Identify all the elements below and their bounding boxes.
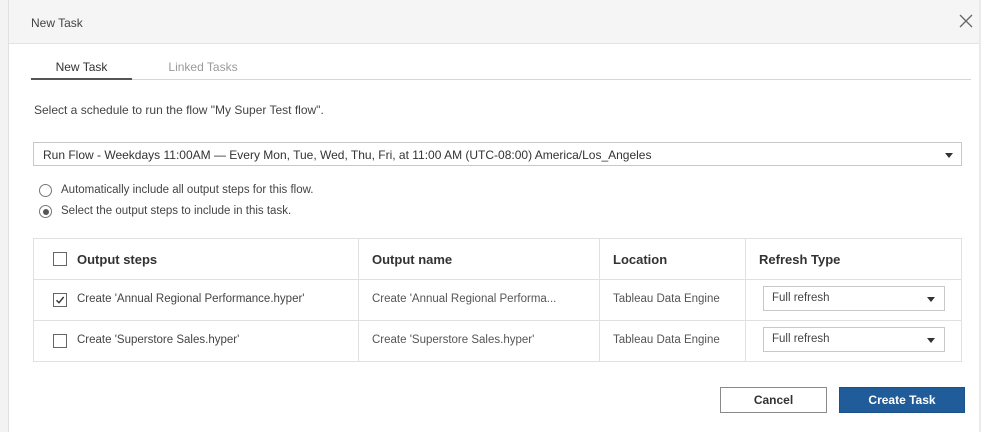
output-name: Create 'Annual Regional Performa... bbox=[372, 293, 557, 305]
radio-select-steps-label: Select the output steps to include in th… bbox=[61, 205, 292, 217]
checkmark-icon bbox=[56, 296, 65, 304]
row-checkbox-checked[interactable] bbox=[53, 293, 67, 307]
chevron-down-icon bbox=[945, 153, 953, 158]
header-location: Location bbox=[613, 252, 668, 267]
header-cell-output-steps: Output steps bbox=[34, 239, 358, 279]
cancel-button[interactable]: Cancel bbox=[720, 387, 827, 413]
output-step-name: Create 'Superstore Sales.hyper' bbox=[77, 334, 240, 346]
radio-button-selected[interactable] bbox=[39, 205, 52, 218]
tab-linked-tasks[interactable]: Linked Tasks bbox=[155, 60, 251, 74]
radio-include-all-label: Automatically include all output steps f… bbox=[61, 184, 314, 196]
schedule-select[interactable]: Run Flow - Weekdays 11:00AM — Every Mon,… bbox=[33, 142, 962, 166]
header-cell-refresh-type: Refresh Type bbox=[745, 239, 961, 279]
new-task-dialog: New Task New Task Linked Tasks Select a … bbox=[9, 0, 979, 432]
create-task-button[interactable]: Create Task bbox=[839, 387, 965, 413]
schedule-prompt: Select a schedule to run the flow "My Su… bbox=[34, 103, 324, 117]
radio-button[interactable] bbox=[39, 184, 52, 197]
header-output-name: Output name bbox=[372, 252, 453, 267]
schedule-select-value: Run Flow - Weekdays 11:00AM — Every Mon,… bbox=[43, 148, 652, 162]
tab-bar: New Task Linked Tasks bbox=[31, 54, 971, 80]
header-cell-location: Location bbox=[599, 239, 745, 279]
table-row: Create 'Annual Regional Performance.hype… bbox=[34, 280, 961, 321]
background-page bbox=[0, 0, 9, 432]
chevron-down-icon bbox=[927, 297, 935, 302]
close-icon[interactable] bbox=[959, 14, 975, 30]
header-output-steps: Output steps bbox=[77, 252, 158, 267]
table-row: Create 'Superstore Sales.hyper' Create '… bbox=[34, 321, 961, 361]
chevron-down-icon bbox=[927, 338, 935, 343]
tab-new-task[interactable]: New Task bbox=[31, 60, 132, 80]
output-location: Tableau Data Engine bbox=[613, 293, 720, 305]
select-all-checkbox[interactable] bbox=[53, 252, 67, 266]
header-refresh-type: Refresh Type bbox=[759, 252, 841, 267]
output-steps-table: Output steps Output name Location Refres… bbox=[33, 238, 962, 362]
output-name: Create 'Superstore Sales.hyper' bbox=[372, 334, 535, 346]
refresh-type-value: Full refresh bbox=[772, 333, 830, 345]
output-location: Tableau Data Engine bbox=[613, 334, 720, 346]
refresh-type-select[interactable]: Full refresh bbox=[763, 327, 945, 352]
refresh-type-select[interactable]: Full refresh bbox=[763, 286, 945, 311]
table-header-row: Output steps Output name Location Refres… bbox=[34, 239, 961, 280]
header-cell-output-name: Output name bbox=[358, 239, 599, 279]
row-checkbox[interactable] bbox=[53, 334, 67, 348]
dialog-header: New Task bbox=[9, 0, 979, 44]
dialog-title: New Task bbox=[31, 16, 83, 30]
output-step-name: Create 'Annual Regional Performance.hype… bbox=[77, 293, 305, 305]
refresh-type-value: Full refresh bbox=[772, 292, 830, 304]
